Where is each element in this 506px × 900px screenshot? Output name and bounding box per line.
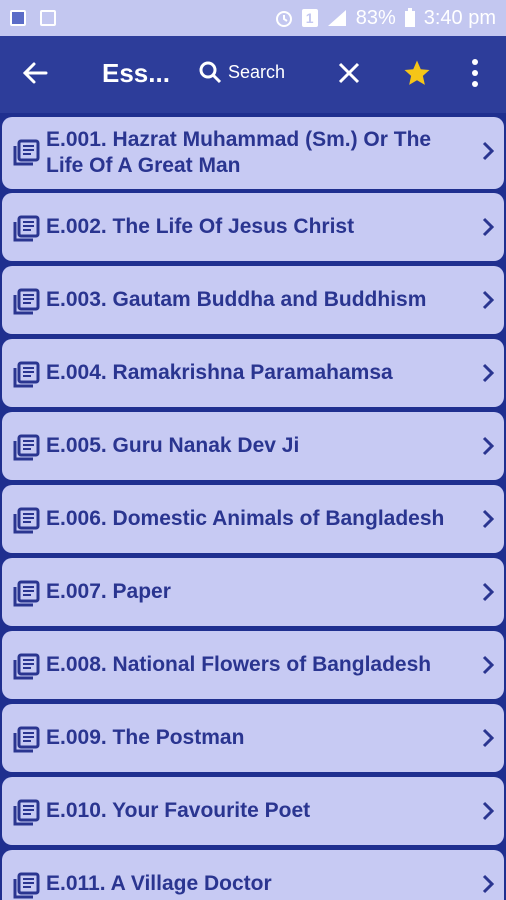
battery-percent: 83% [355, 6, 396, 29]
item-label: E.003. Gautam Buddha and Buddhism [46, 288, 427, 311]
status-bar: 1 83% 3:40 pm [0, 0, 506, 36]
list-item[interactable]: E.004. Ramakrishna Paramahamsa [2, 339, 504, 407]
item-label: E.008. National Flowers of Bangladesh [46, 653, 432, 676]
star-favorite-icon[interactable] [402, 58, 432, 88]
book-stack-icon [13, 726, 40, 753]
book-stack-icon [13, 507, 40, 534]
chevron-right-icon [482, 217, 494, 237]
page-title: Ess... [102, 58, 170, 88]
item-label: E.001. Hazrat Muhammad (Sm.) Or The Life… [46, 128, 432, 177]
book-stack-icon [13, 872, 40, 899]
search-label: Search [228, 61, 286, 82]
chevron-right-icon [482, 728, 494, 748]
item-label: E.005. Guru Nanak Dev Ji [46, 434, 300, 457]
chevron-right-icon [482, 363, 494, 383]
back-arrow-icon[interactable] [20, 58, 50, 88]
item-label: E.006. Domestic Animals of Bangladesh [46, 507, 445, 530]
chevron-right-icon [482, 141, 494, 161]
chevron-right-icon [482, 874, 494, 894]
book-stack-icon [13, 580, 40, 607]
chevron-right-icon [482, 509, 494, 529]
signal-icon [327, 10, 346, 26]
app-notification-icon [10, 10, 26, 26]
book-stack-icon [13, 215, 40, 242]
item-label: E.009. The Postman [46, 726, 245, 749]
item-label: E.011. A Village Doctor [46, 872, 272, 895]
item-label: E.004. Ramakrishna Paramahamsa [46, 361, 393, 384]
chevron-right-icon [482, 290, 494, 310]
list-item[interactable]: E.011. A Village Doctor [2, 850, 504, 900]
app-bar: Ess... Search [0, 36, 506, 113]
list-item[interactable]: E.005. Guru Nanak Dev Ji [2, 412, 504, 480]
battery-icon [404, 8, 415, 27]
list-item[interactable]: E.006. Domestic Animals of Bangladesh [2, 485, 504, 553]
search-button[interactable]: Search [198, 60, 285, 84]
list-item[interactable]: E.002. The Life Of Jesus Christ [2, 193, 504, 261]
chevron-right-icon [482, 436, 494, 456]
search-icon [199, 61, 222, 84]
book-stack-icon [13, 288, 40, 315]
list-item[interactable]: E.010. Your Favourite Poet [2, 777, 504, 845]
chevron-right-icon [482, 582, 494, 602]
essay-list: E.001. Hazrat Muhammad (Sm.) Or The Life… [0, 113, 506, 900]
chevron-right-icon [482, 801, 494, 821]
item-label: E.007. Paper [46, 580, 171, 603]
book-stack-icon [13, 139, 40, 166]
sim-indicator: 1 [301, 9, 318, 27]
status-time: 3:40 pm [423, 6, 496, 29]
image-notification-icon [40, 10, 56, 26]
list-item[interactable]: E.009. The Postman [2, 704, 504, 772]
list-item[interactable]: E.003. Gautam Buddha and Buddhism [2, 266, 504, 334]
list-item[interactable]: E.008. National Flowers of Bangladesh [2, 631, 504, 699]
book-stack-icon [13, 653, 40, 680]
book-stack-icon [13, 799, 40, 826]
list-item[interactable]: E.007. Paper [2, 558, 504, 626]
close-icon[interactable] [338, 62, 360, 84]
chevron-right-icon [482, 655, 494, 675]
item-label: E.002. The Life Of Jesus Christ [46, 215, 355, 238]
book-stack-icon [13, 434, 40, 461]
book-stack-icon [13, 361, 40, 388]
item-label: E.010. Your Favourite Poet [46, 799, 311, 822]
list-item[interactable]: E.001. Hazrat Muhammad (Sm.) Or The Life… [2, 117, 504, 189]
alarm-icon [275, 11, 292, 27]
more-options-icon[interactable] [468, 56, 482, 90]
